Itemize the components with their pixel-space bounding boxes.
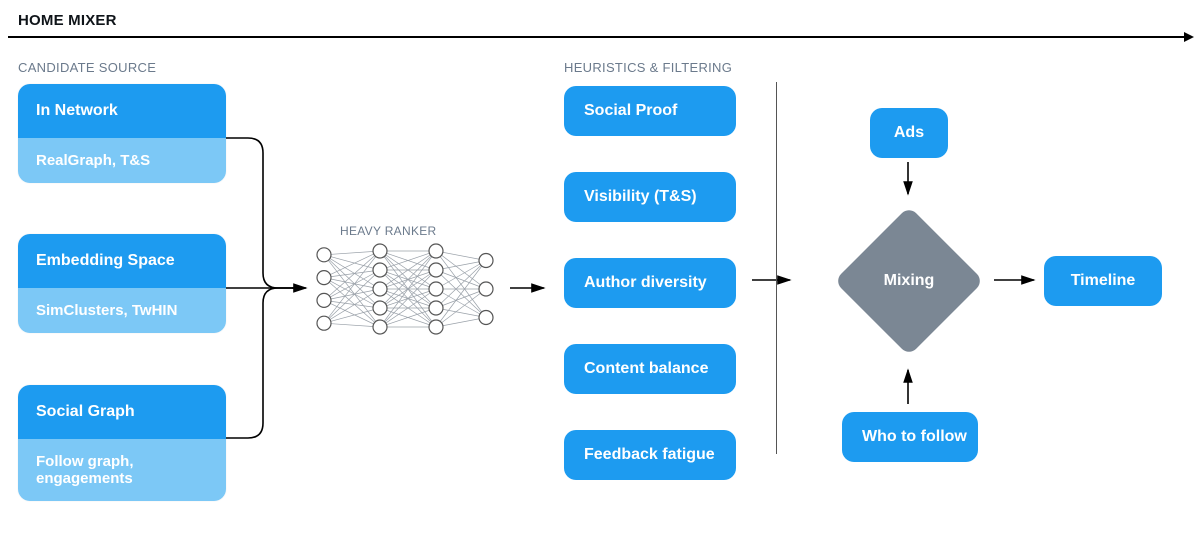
heuristic-pill: Author diversity: [564, 258, 736, 308]
input-ads: Ads: [870, 108, 948, 158]
input-who-to-follow: Who to follow: [842, 412, 978, 462]
mixing-diamond: Mixing: [834, 206, 984, 356]
neural-net-icon: [310, 232, 500, 346]
heuristic-pill: Content balance: [564, 344, 736, 394]
heuristic-pill: Social Proof: [564, 86, 736, 136]
diagram-stage: HOME MIXER CANDIDATE SOURCE HEAVY RANKER…: [0, 0, 1200, 536]
heuristic-pill: Feedback fatigue: [564, 430, 736, 480]
heuristic-pill: Visibility (T&S): [564, 172, 736, 222]
mixing-label: Mixing: [834, 206, 984, 356]
output-timeline: Timeline: [1044, 256, 1162, 306]
vertical-divider: [776, 82, 777, 454]
